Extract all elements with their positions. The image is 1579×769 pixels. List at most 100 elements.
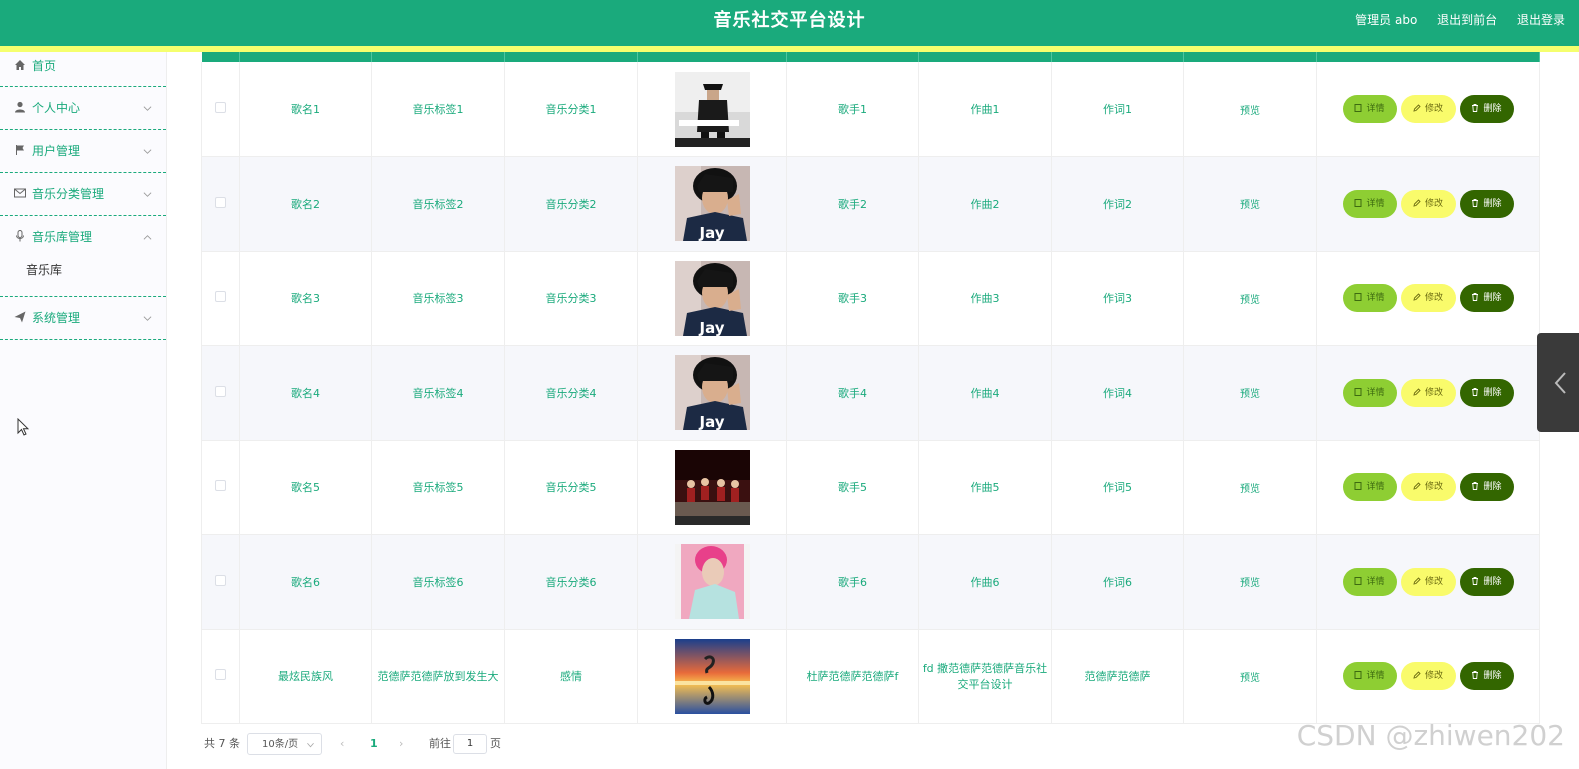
preview-link[interactable]: 预览: [1240, 484, 1260, 495]
composer-cell: 作曲1: [918, 62, 1052, 157]
preview-link[interactable]: 预览: [1240, 106, 1260, 117]
document-icon: [1354, 198, 1362, 207]
row-checkbox[interactable]: [215, 480, 226, 492]
edit-button-label: 修改: [1424, 671, 1443, 682]
detail-button[interactable]: 详情: [1342, 662, 1397, 691]
sidebar-item-personal-center[interactable]: 个人中心: [0, 87, 166, 130]
logout-link[interactable]: 退出登录: [1517, 13, 1565, 27]
cover-cell: [637, 629, 787, 724]
delete-button[interactable]: 删除: [1459, 189, 1514, 218]
row-checkbox[interactable]: [215, 385, 226, 397]
song-name-cell: 歌名4: [239, 345, 372, 441]
row-checkbox[interactable]: [215, 291, 226, 303]
total-count: 共 7 条: [204, 737, 240, 750]
next-page-button[interactable]: ›: [399, 733, 403, 755]
delete-button[interactable]: 删除: [1459, 378, 1514, 407]
page-size-select[interactable]: 10条/页: [247, 733, 322, 755]
edit-button[interactable]: 修改: [1400, 284, 1456, 313]
detail-button[interactable]: 详情: [1342, 284, 1397, 313]
page-size-value: 10条/页: [262, 739, 299, 750]
sidebar-item-home[interactable]: 首页: [0, 52, 166, 87]
chevron-down-icon: [143, 316, 152, 321]
music-category-cell: 音乐分类1: [504, 62, 638, 157]
composer-cell: 作曲5: [918, 440, 1052, 535]
preview-cell: 预览: [1183, 251, 1317, 346]
singer-cell: 歌手2: [786, 156, 919, 252]
sidebar-subitem-music-library[interactable]: 音乐库: [0, 259, 166, 296]
delete-button[interactable]: 删除: [1459, 95, 1514, 123]
main-content: 歌名1 音乐标签1 音乐分类1 歌手1 作曲1 作词1 预览 详情 修改 删除 歌名2 音乐标签2 音乐…: [185, 52, 1579, 769]
header-cell: [1051, 52, 1184, 62]
row-select-cell: [201, 62, 240, 157]
preview-link[interactable]: 预览: [1240, 389, 1260, 400]
preview-link[interactable]: 预览: [1240, 200, 1260, 211]
document-icon: [1354, 104, 1362, 112]
edit-button[interactable]: 修改: [1400, 95, 1456, 123]
page-suffix: 页: [490, 737, 501, 750]
delete-button-label: 删除: [1483, 198, 1502, 209]
delete-button[interactable]: 删除: [1459, 662, 1514, 691]
detail-button[interactable]: 详情: [1342, 189, 1397, 218]
song-name-cell: 歌名3: [239, 251, 372, 346]
detail-button[interactable]: 详情: [1342, 378, 1397, 407]
music-tag-cell: 音乐标签5: [371, 440, 505, 535]
edit-button-label: 修改: [1424, 387, 1443, 398]
svg-text:Jay: Jay: [698, 319, 724, 336]
preview-cell: 预览: [1183, 534, 1317, 630]
sidebar-item-music-library-management[interactable]: 音乐库管理: [0, 216, 166, 259]
composer-cell: 作曲2: [918, 156, 1052, 252]
detail-button[interactable]: 详情: [1342, 567, 1397, 596]
cover-cell: [637, 534, 787, 630]
document-icon: [1354, 293, 1362, 302]
flag-icon: [16, 145, 24, 155]
preview-link[interactable]: 预览: [1240, 673, 1260, 684]
mail-icon: [14, 188, 26, 198]
album-cover-image: Jay: [674, 355, 750, 431]
sidebar-item-system-management[interactable]: 系统管理: [0, 297, 166, 340]
row-checkbox[interactable]: [215, 196, 226, 208]
composer-cell: 作曲4: [918, 345, 1052, 441]
lyricist-cell: 作词2: [1051, 156, 1184, 252]
sidebar-item-label: 个人中心: [32, 101, 81, 115]
album-cover-image: [674, 71, 750, 147]
header-cell: [637, 52, 787, 62]
header-cell: [371, 52, 505, 62]
row-checkbox[interactable]: [215, 574, 226, 586]
back-to-front-link[interactable]: 退出到前台: [1437, 13, 1497, 27]
header-cell: [239, 52, 372, 62]
document-icon: [1354, 482, 1362, 491]
preview-link[interactable]: 预览: [1240, 578, 1260, 589]
music-category-cell: 音乐分类4: [504, 345, 638, 441]
sidebar-item-user-management[interactable]: 用户管理: [0, 130, 166, 173]
page-number[interactable]: 1: [370, 733, 378, 755]
side-panel-toggle[interactable]: [1537, 333, 1579, 432]
row-checkbox[interactable]: [215, 669, 226, 681]
trash-icon: [1472, 387, 1479, 396]
edit-button[interactable]: 修改: [1400, 378, 1456, 407]
sidebar-item-label: 系统管理: [32, 311, 81, 325]
composer-cell: 作曲3: [918, 251, 1052, 346]
goto-page-input[interactable]: 1: [453, 734, 487, 754]
preview-link[interactable]: 预览: [1240, 295, 1260, 306]
delete-button[interactable]: 删除: [1459, 567, 1514, 596]
detail-button[interactable]: 详情: [1342, 95, 1397, 123]
edit-button-label: 修改: [1424, 482, 1443, 493]
music-tag-cell: 音乐标签1: [371, 62, 505, 157]
document-icon: [1354, 576, 1362, 585]
sidebar-item-music-category[interactable]: 音乐分类管理: [0, 173, 166, 216]
row-checkbox[interactable]: [215, 102, 226, 113]
header-cell: [1316, 52, 1540, 62]
edit-button[interactable]: 修改: [1400, 473, 1456, 502]
user-icon: [15, 101, 25, 113]
edit-button[interactable]: 修改: [1400, 189, 1456, 218]
delete-button[interactable]: 删除: [1459, 473, 1514, 502]
edit-button[interactable]: 修改: [1400, 567, 1456, 596]
delete-button[interactable]: 删除: [1459, 284, 1514, 313]
edit-button-label: 修改: [1424, 576, 1443, 587]
prev-page-button[interactable]: ‹: [340, 733, 344, 755]
document-icon: [1354, 671, 1362, 680]
singer-cell: 歌手6: [786, 534, 919, 630]
detail-button[interactable]: 详情: [1342, 473, 1397, 502]
singer-cell: 歌手4: [786, 345, 919, 441]
edit-button[interactable]: 修改: [1400, 662, 1456, 691]
